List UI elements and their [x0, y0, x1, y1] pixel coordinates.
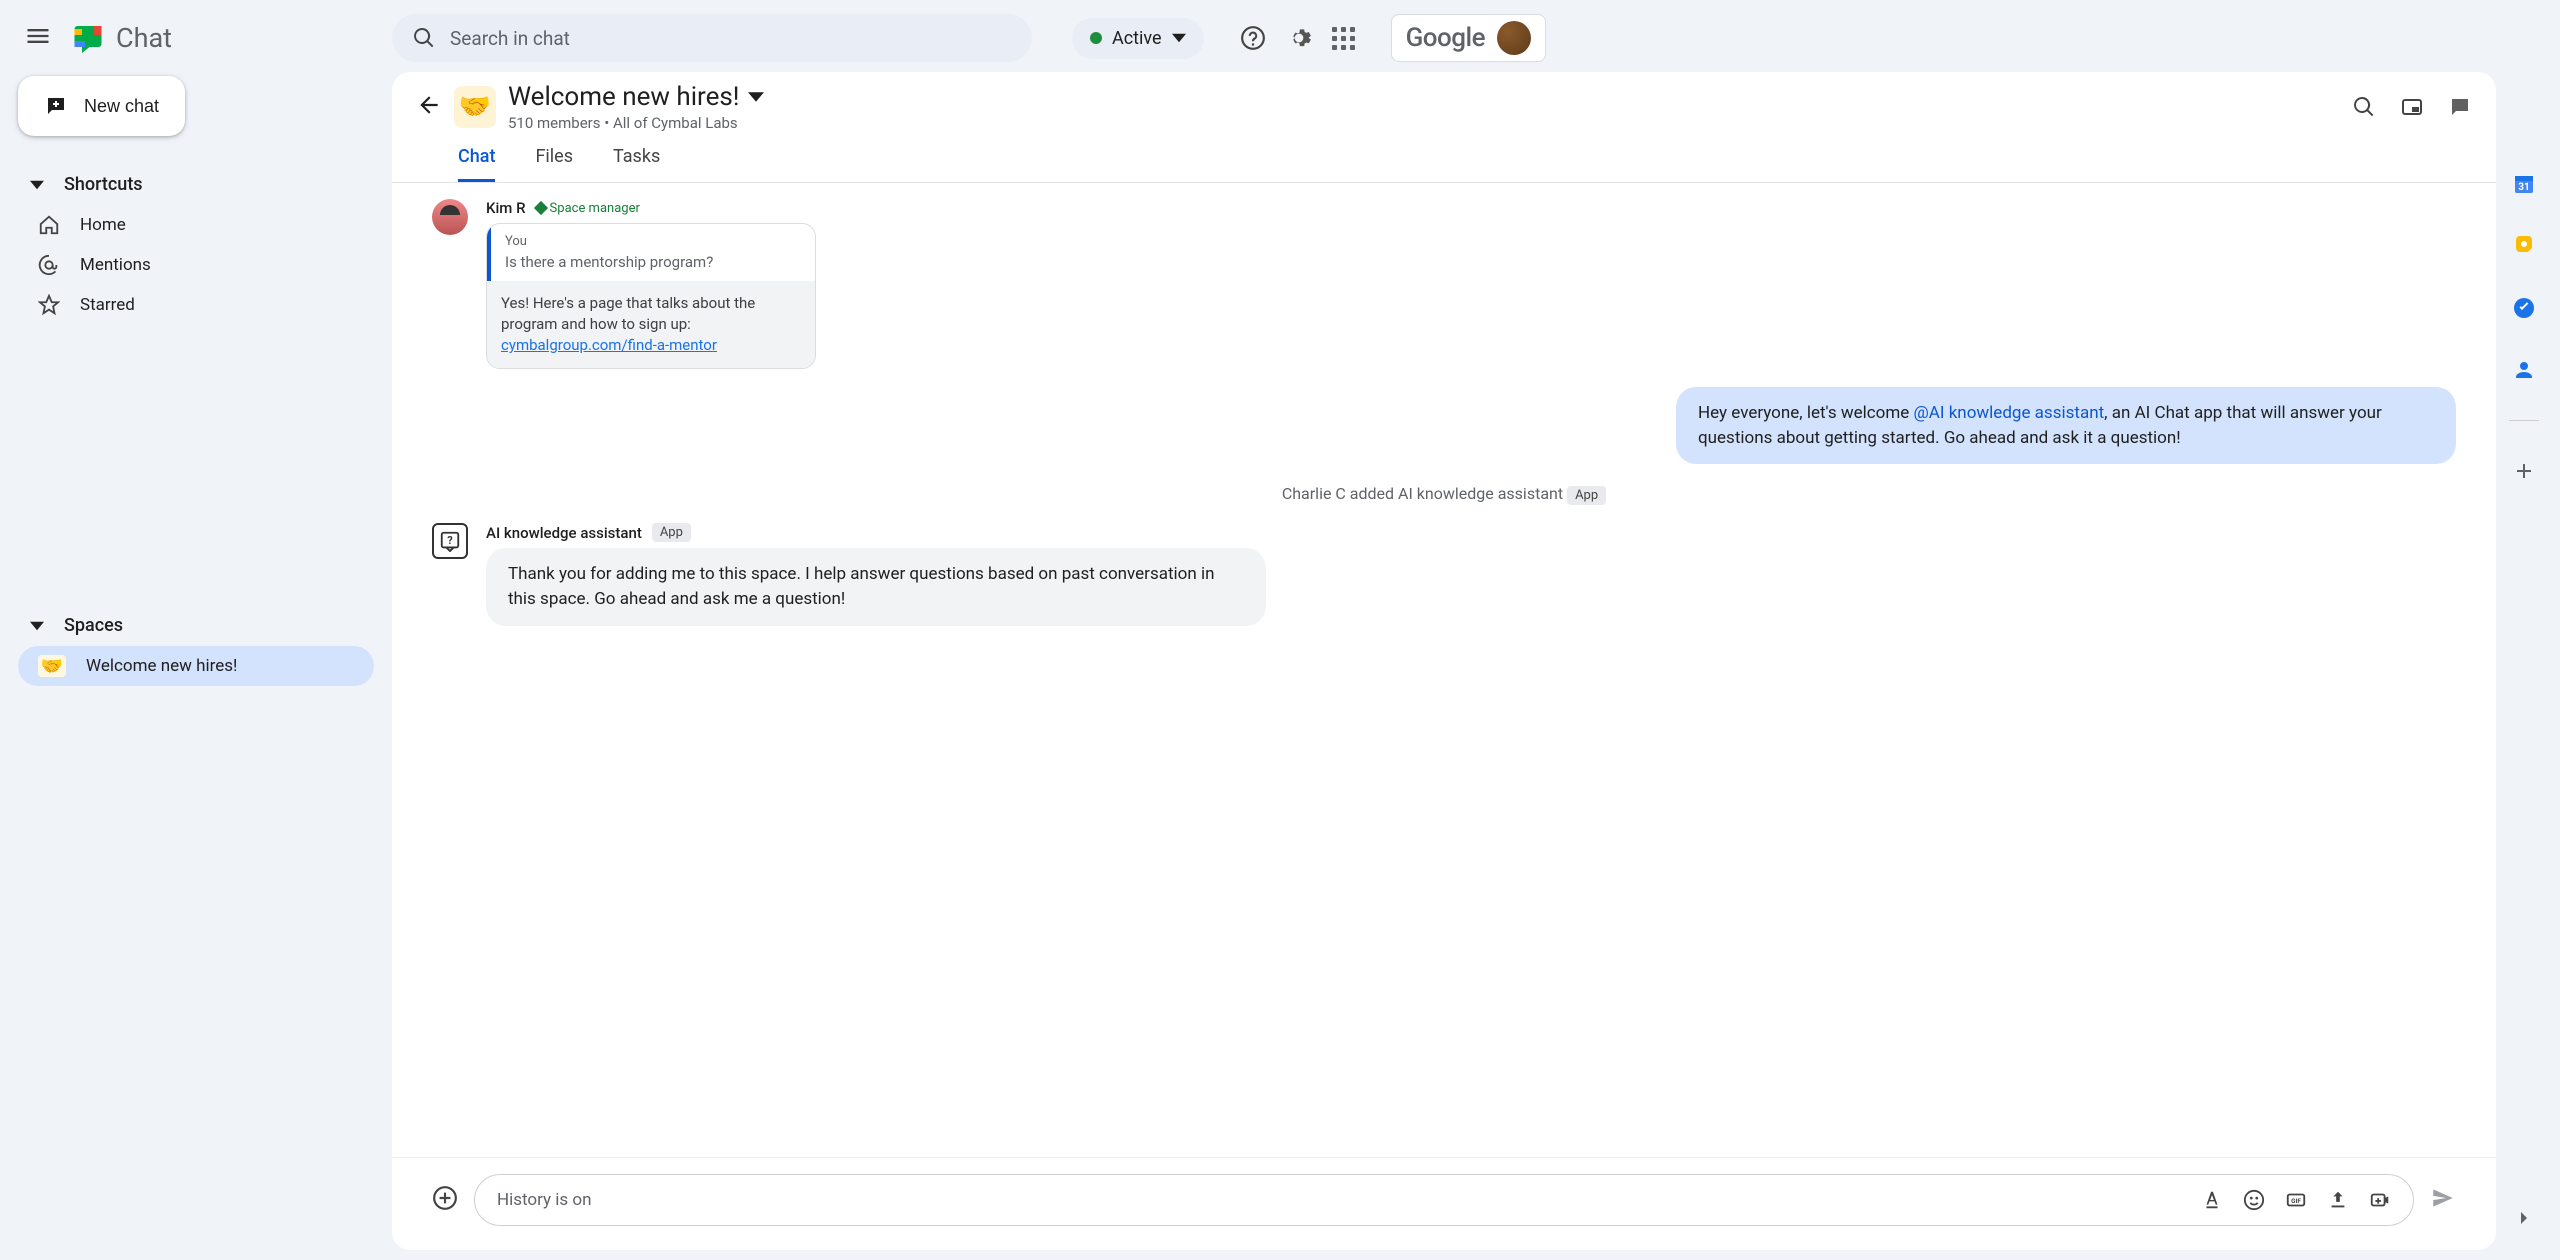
new-chat-label: New chat [84, 96, 159, 117]
search-icon [412, 26, 436, 50]
nav-mentions[interactable]: Mentions [18, 245, 374, 285]
mention-ai[interactable]: @AI knowledge assistant [1914, 403, 2105, 423]
help-icon[interactable] [1240, 25, 1266, 51]
back-button[interactable] [416, 92, 442, 122]
chevron-down-icon [1172, 31, 1186, 45]
mention-icon [38, 254, 60, 276]
avatar-bot: ? [432, 523, 468, 559]
nav-starred-label: Starred [80, 295, 135, 315]
space-subtitle: 510 members • All of Cymbal Labs [508, 114, 764, 132]
keep-icon[interactable] [2512, 234, 2536, 258]
chat-logo[interactable]: Chat [70, 20, 172, 56]
tab-chat[interactable]: Chat [458, 146, 495, 182]
calendar-icon[interactable]: 31 [2512, 172, 2536, 196]
chevron-down-icon [30, 619, 44, 633]
pip-icon[interactable] [2400, 95, 2424, 119]
emoji-icon[interactable] [2243, 1189, 2265, 1211]
composer-placeholder: History is on [497, 1190, 592, 1210]
tab-tasks[interactable]: Tasks [613, 146, 660, 182]
gif-icon[interactable]: GIF [2285, 1189, 2307, 1211]
new-chat-icon [44, 94, 68, 118]
space-item-label: Welcome new hires! [86, 656, 237, 676]
shortcuts-label: Shortcuts [64, 174, 143, 195]
main-menu-icon[interactable] [24, 22, 52, 54]
svg-text:?: ? [447, 534, 453, 547]
author-name: Kim R [486, 199, 526, 217]
format-icon[interactable] [2201, 1189, 2223, 1211]
spaces-label: Spaces [64, 615, 123, 636]
author-name: AI knowledge assistant [486, 524, 642, 542]
add-button[interactable] [432, 1185, 458, 1215]
svg-text:31: 31 [2518, 182, 2529, 193]
nav-home-label: Home [80, 215, 126, 235]
space-title: Welcome new hires! [508, 82, 740, 112]
search-placeholder: Search in chat [450, 27, 570, 50]
google-logo-text: Google [1406, 23, 1486, 53]
message-kim: Kim R Space manager You Is there a mento… [432, 199, 2456, 369]
search-input[interactable]: Search in chat [392, 14, 1032, 62]
active-dot-icon [1090, 32, 1102, 44]
google-account[interactable]: Google [1391, 14, 1547, 62]
quoted-reply[interactable]: You Is there a mentorship program? Yes! … [486, 223, 816, 369]
svg-text:GIF: GIF [2291, 1197, 2301, 1205]
collapse-panel-icon[interactable] [2512, 1206, 2536, 1230]
status-selector[interactable]: Active [1072, 18, 1204, 59]
send-button[interactable] [2430, 1185, 2456, 1215]
quote-author: You [505, 234, 801, 249]
nav-starred[interactable]: Starred [18, 285, 374, 325]
app-badge: App [652, 523, 691, 542]
handshake-icon: 🤝 [38, 655, 66, 677]
mentor-link[interactable]: cymbalgroup.com/find-a-mentor [501, 336, 717, 354]
bot-message-text: Thank you for adding me to this space. I… [486, 548, 1266, 625]
apps-icon[interactable] [1332, 27, 1355, 50]
user-avatar [1497, 21, 1531, 55]
app-badge: App [1567, 486, 1606, 505]
chevron-down-icon [748, 89, 764, 105]
chat-logo-icon [70, 20, 106, 56]
space-icon: 🤝 [454, 86, 496, 128]
system-message: Charlie C added AI knowledge assistant A… [432, 484, 2456, 503]
settings-icon[interactable] [1286, 25, 1312, 51]
tasks-icon[interactable] [2512, 296, 2536, 320]
nav-home[interactable]: Home [18, 205, 374, 245]
star-icon [38, 294, 60, 316]
chevron-down-icon [30, 178, 44, 192]
thread-icon[interactable] [2448, 95, 2472, 119]
tab-files[interactable]: Files [535, 146, 573, 182]
upload-icon[interactable] [2327, 1189, 2349, 1211]
search-in-space-icon[interactable] [2352, 95, 2376, 119]
contacts-icon[interactable] [2512, 358, 2536, 382]
nav-mentions-label: Mentions [80, 255, 151, 275]
quote-text: Is there a mentorship program? [505, 253, 801, 271]
video-upload-icon[interactable] [2369, 1189, 2391, 1211]
message-bot: ? AI knowledge assistant App Thank you f… [432, 523, 2456, 625]
app-name: Chat [116, 22, 172, 54]
own-message: Hey everyone, let's welcome @AI knowledg… [1676, 387, 2456, 464]
shortcuts-section[interactable]: Shortcuts [18, 164, 374, 205]
home-icon [38, 214, 60, 236]
space-manager-badge: Space manager [536, 201, 640, 216]
new-chat-button[interactable]: New chat [18, 76, 185, 136]
avatar-kim [432, 199, 468, 235]
spaces-section[interactable]: Spaces [18, 605, 374, 646]
status-label: Active [1112, 28, 1162, 49]
message-input[interactable]: History is on GIF [474, 1174, 2414, 1226]
space-item-welcome[interactable]: 🤝 Welcome new hires! [18, 646, 374, 686]
reply-text: Yes! Here's a page that talks about the … [487, 281, 815, 368]
space-title-dropdown[interactable]: Welcome new hires! [508, 82, 764, 112]
add-panel-icon[interactable] [2512, 459, 2536, 483]
